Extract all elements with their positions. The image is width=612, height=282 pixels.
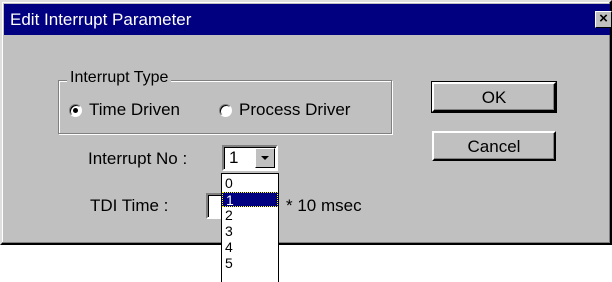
chevron-down-icon <box>261 156 269 160</box>
interrupt-no-label: Interrupt No : <box>88 149 188 168</box>
dropdown-option[interactable]: 0 <box>222 176 278 191</box>
dropdown-option[interactable]: 2 <box>222 208 278 223</box>
dropdown-option[interactable]: 5 <box>222 256 278 271</box>
tdi-time-unit: * 10 msec <box>286 196 362 215</box>
dropdown-option[interactable]: 3 <box>222 224 278 239</box>
dropdown-option[interactable]: 4 <box>222 240 278 255</box>
interrupt-no-dropdown-list[interactable]: 0 1 2 3 4 5 <box>221 173 279 282</box>
interrupt-type-legend: Interrupt Type <box>67 69 172 87</box>
radio-time-driven[interactable] <box>69 104 82 117</box>
radio-process-driver-label[interactable]: Process Driver <box>239 100 350 120</box>
title-bar[interactable]: Edit Interrupt Parameter × <box>4 4 612 35</box>
ok-button[interactable]: OK <box>431 81 557 113</box>
radio-time-driven-label[interactable]: Time Driven <box>89 100 180 120</box>
close-icon: × <box>599 10 608 27</box>
radio-checked-dot-icon <box>73 108 78 113</box>
dropdown-option-selected[interactable]: 1 <box>222 192 278 208</box>
radio-process-driver[interactable] <box>219 104 232 117</box>
interrupt-no-value: 1 <box>229 148 239 167</box>
tdi-time-label: TDI Time : <box>90 196 169 215</box>
close-button[interactable]: × <box>595 11 612 28</box>
interrupt-no-combobox[interactable]: 1 <box>222 145 278 171</box>
window-title: Edit Interrupt Parameter <box>10 10 192 29</box>
cancel-button[interactable]: Cancel <box>432 131 556 161</box>
combo-dropdown-button[interactable] <box>255 148 275 168</box>
